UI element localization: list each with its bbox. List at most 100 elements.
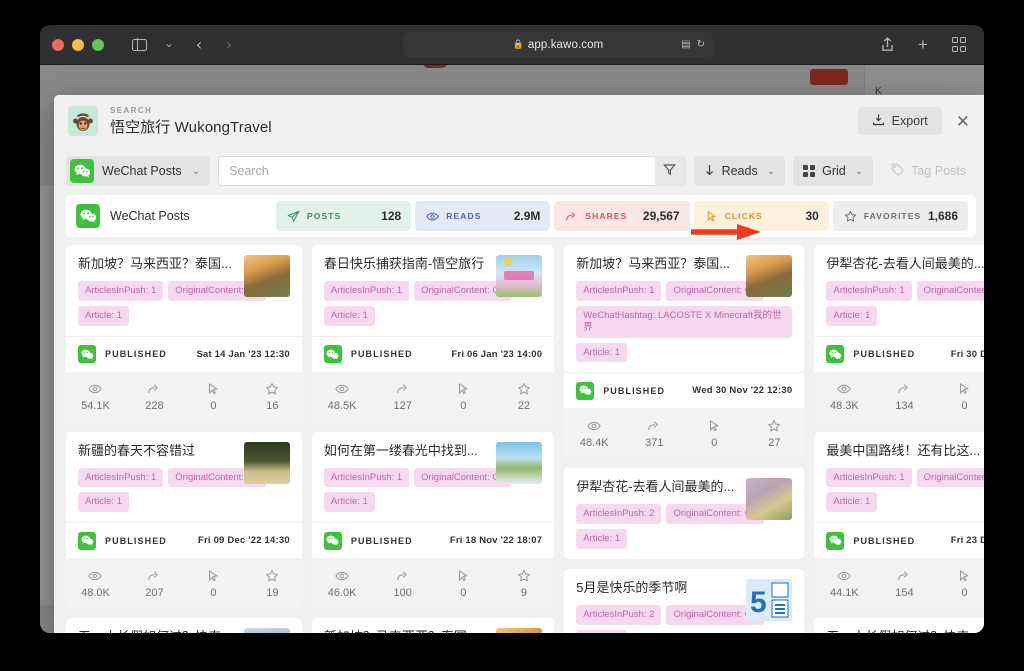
post-title: 最美中国路线！还有比这...	[826, 442, 981, 458]
post-card[interactable]: 伊犁杏花-去看人间最美的... ArticlesInPush: 1 Origina…	[814, 245, 984, 422]
cursor-icon	[934, 381, 984, 397]
post-metric: 0	[433, 381, 494, 412]
stat-label: Posts	[307, 211, 342, 221]
search-field-wrap	[218, 156, 686, 186]
chevron-down-icon: ⌄	[766, 165, 776, 177]
post-status-row: PUBLISHED Sat 14 Jan '23 12:30	[66, 335, 302, 372]
post-metrics: 46.0K 100 0 9	[311, 558, 555, 609]
post-tag: OriginalContent: Off	[916, 467, 984, 488]
post-metric-value: 54.1K	[81, 400, 110, 413]
tab-overview-icon[interactable]	[946, 33, 972, 57]
forward-button[interactable]: ›	[216, 33, 242, 57]
monkey-avatar	[68, 106, 98, 136]
star-icon	[843, 210, 858, 223]
post-metric: 100	[372, 568, 433, 599]
wechat-icon	[76, 204, 100, 228]
view-dropdown[interactable]: Grid ⌄	[793, 156, 874, 186]
stats-bar-wrap: WeChat Posts Posts 128 Reads 2.9M Shares 29,5…	[54, 195, 984, 245]
post-metrics: 48.5K 127 0 22	[311, 371, 555, 422]
close-window-button[interactable]	[52, 38, 64, 51]
post-tag: ArticlesInPush: 1	[826, 280, 912, 301]
grid-icon	[803, 165, 816, 177]
post-title: 新加坡？马来西亚？泰国...	[576, 256, 731, 271]
post-title: 春日快乐捕获指南-悟空旅行	[323, 256, 485, 271]
post-card-top: 伊犁杏花-去看人间最美的... ArticlesInPush: 2 Origina…	[564, 468, 804, 559]
post-date: Fri 30 Dec '22 20:30	[950, 348, 984, 360]
post-card[interactable]: 新疆的春天不容错过 ArticlesInPush: 1 OriginalConte…	[66, 431, 302, 609]
post-metric: 0	[433, 568, 494, 599]
post-metric-value: 0	[961, 586, 968, 599]
post-card[interactable]: 新加坡？马来西亚？泰国... ArticlesInPush: 1 Original…	[564, 245, 805, 459]
minimize-window-button[interactable]	[72, 38, 84, 51]
post-card-top: 5月是快乐的季节啊 5 ArticlesInPush: 2 OriginalCon	[564, 569, 804, 633]
post-metric-value: 48.5K	[327, 400, 357, 413]
channel-select[interactable]: WeChat Posts ⌄	[66, 156, 211, 186]
search-input[interactable]	[219, 157, 655, 185]
post-card[interactable]: 最美中国路线！还有比这... ArticlesInPush: 1 Original…	[814, 431, 984, 609]
extension-icon[interactable]: ▤	[681, 39, 690, 50]
post-title: 5月是快乐的季节啊	[576, 580, 688, 596]
share-icon[interactable]	[874, 33, 900, 57]
post-metric: 0	[934, 381, 984, 412]
post-metrics: 48.0K 207 0 19	[66, 558, 302, 609]
stat-value: 128	[381, 209, 402, 223]
post-card[interactable]: 5月是快乐的季节啊 5 ArticlesInPush: 2 OriginalCon	[564, 569, 805, 633]
stat-value: 2.9M	[513, 209, 541, 223]
post-status-row: PUBLISHED Wed 30 Nov '22 12:30	[564, 372, 805, 408]
post-tags: ArticlesInPush: 1OriginalContent: Off Art…	[826, 467, 984, 513]
address-bar[interactable]: 🔒 app.kawo.com ▤ ↻	[403, 32, 713, 57]
lock-icon: 🔒	[512, 39, 524, 49]
post-status-row: PUBLISHED Fri 18 Nov '22 18:07	[311, 522, 555, 558]
post-tag: Article: 1	[78, 305, 129, 326]
post-date: Fri 23 Dec '22 18:00	[950, 535, 984, 547]
post-card-top: 五一小长假如何过？快来... ArticlesInPush: 1	[814, 618, 984, 633]
filter-button[interactable]	[654, 156, 685, 186]
share-icon	[125, 381, 184, 397]
post-metric-value: 27	[768, 436, 781, 449]
post-metric: 371	[624, 418, 684, 449]
post-card[interactable]: 伊犁杏花-去看人间最美的... ArticlesInPush: 2 Origina…	[564, 468, 805, 560]
stats-source: WeChat Posts	[76, 204, 276, 228]
funnel-icon	[663, 163, 677, 179]
post-metric: 0	[934, 568, 984, 599]
stat-label: Clicks	[724, 211, 763, 221]
stat-label: Reads	[446, 211, 482, 221]
reload-icon[interactable]: ↻	[697, 39, 705, 50]
window-controls[interactable]	[52, 38, 104, 51]
sidebar-icon[interactable]	[126, 33, 152, 57]
share-icon	[874, 381, 934, 397]
post-card[interactable]: 春日快乐捕获指南-悟空旅行 ArticlesInPush: 1 OriginalC…	[311, 245, 555, 422]
back-button[interactable]: ‹	[186, 33, 212, 57]
post-status-row: PUBLISHED Fri 23 Dec '22 18:00	[814, 522, 984, 558]
post-date: Fri 18 Nov '22 18:07	[449, 535, 543, 547]
share-icon	[125, 568, 184, 584]
chevron-down-icon: ⌄	[191, 165, 201, 177]
sort-label: Reads	[721, 164, 758, 178]
post-metric-value: 207	[145, 586, 164, 599]
post-metric: 54.1K	[66, 381, 125, 412]
post-card[interactable]: 新加坡？马来西亚？泰国... ArticlesInPush: 1 Original…	[66, 245, 302, 422]
post-metric: 127	[372, 381, 433, 412]
post-card[interactable]: 新加坡？马来西亚？泰国... ArticlesInPush: 1	[311, 618, 555, 633]
post-date: Fri 09 Dec '22 14:30	[198, 535, 290, 547]
stat-favorites: Favorites 1,686	[832, 201, 969, 231]
cursor-icon	[934, 568, 984, 584]
post-card[interactable]: 如何在第一缕春光中找到... ArticlesInPush: 1 Original…	[311, 431, 555, 609]
eye-icon	[814, 568, 874, 584]
maximize-window-button[interactable]	[92, 38, 104, 51]
new-tab-button[interactable]: +	[910, 33, 936, 57]
post-title: 五一小长假如何过？快来...	[78, 629, 232, 633]
posts-grid[interactable]: 新加坡？马来西亚？泰国... ArticlesInPush: 1 Original…	[54, 245, 984, 633]
post-card[interactable]: 五一小长假如何过？快来... ArticlesInPush: 1	[66, 618, 302, 633]
close-modal-button[interactable]: ✕	[952, 111, 974, 132]
eye-icon	[312, 568, 373, 584]
post-metric: 16	[243, 381, 302, 412]
sort-dropdown[interactable]: Reads ⌄	[693, 156, 786, 186]
chevron-down-icon[interactable]: ⌄	[156, 33, 182, 57]
post-card[interactable]: 五一小长假如何过？快来... ArticlesInPush: 1	[814, 618, 984, 633]
tag-posts-button: Tag Posts	[881, 156, 976, 186]
stat-posts: Posts 128	[276, 201, 412, 231]
wechat-icon	[323, 345, 342, 364]
post-metric-value: 48.4K	[579, 436, 609, 449]
export-button[interactable]: Export	[857, 107, 942, 135]
